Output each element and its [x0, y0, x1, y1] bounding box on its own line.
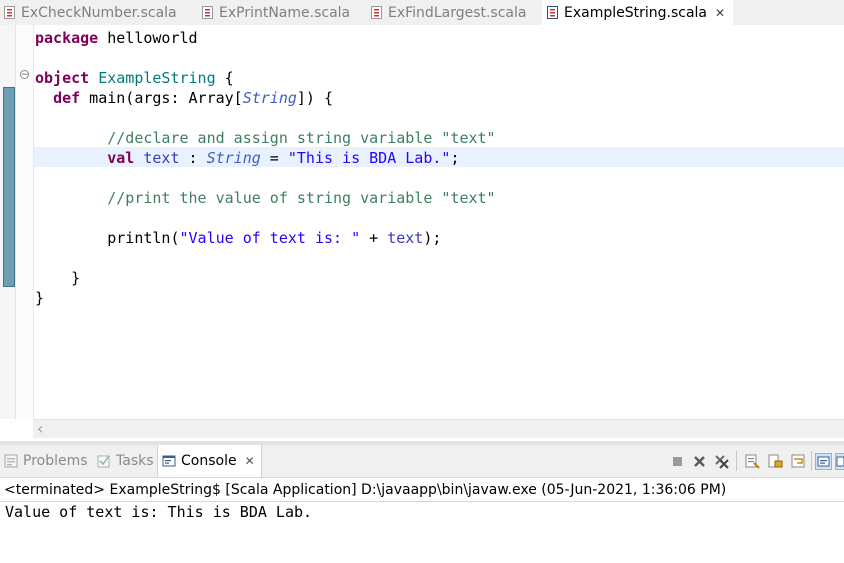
- code-comment: //print the value of string variable "te…: [107, 189, 496, 207]
- tasks-icon: [97, 454, 111, 468]
- editor-tab-bar: ExCheckNumber.scala ExPrintName.scala Ex…: [0, 0, 844, 25]
- source-code[interactable]: package helloworld object ExampleString …: [35, 28, 496, 308]
- tab-exfind-largest[interactable]: ExFindLargest.scala: [371, 0, 539, 25]
- tab-exprint-name[interactable]: ExPrintName.scala: [202, 0, 368, 25]
- horizontal-scrollbar[interactable]: ‹: [33, 419, 844, 438]
- problems-icon: [4, 454, 18, 468]
- close-tab-icon[interactable]: ✕: [245, 454, 255, 468]
- tab-console[interactable]: Console ✕: [157, 445, 262, 477]
- console-process-label: <terminated> ExampleString$ [Scala Appli…: [4, 482, 727, 498]
- terminate-icon[interactable]: [670, 454, 685, 469]
- code-comment: //declare and assign string variable "te…: [107, 129, 496, 147]
- tab-tasks[interactable]: Tasks: [97, 445, 154, 477]
- variable-name: text: [387, 229, 424, 247]
- toolbar-separator: [736, 451, 737, 471]
- object-name: ExampleString: [98, 69, 216, 87]
- string-literal: "This is BDA Lab.": [287, 149, 451, 167]
- tab-label: Tasks: [116, 453, 154, 469]
- folding-column: [16, 25, 34, 419]
- type-name: String: [242, 89, 297, 107]
- fold-toggle-icon[interactable]: −: [20, 70, 29, 80]
- type-name: String: [206, 149, 261, 167]
- scala-file-icon: [202, 6, 213, 19]
- console-output[interactable]: Value of text is: This is BDA Lab.: [5, 503, 312, 521]
- code-editor[interactable]: − package helloworld object ExampleStrin…: [0, 25, 844, 441]
- tab-label: ExCheckNumber.scala: [21, 4, 177, 21]
- remove-launch-icon[interactable]: [692, 454, 707, 469]
- tab-example-string[interactable]: ExampleString.scala ✕: [542, 0, 734, 25]
- clear-console-icon[interactable]: [745, 454, 760, 469]
- string-literal: "Value of text is: ": [179, 229, 361, 247]
- scala-file-icon: [371, 6, 382, 19]
- keyword: package: [35, 29, 99, 47]
- scroll-lock-icon[interactable]: [768, 454, 783, 469]
- toolbar-separator: [811, 451, 812, 471]
- display-console-icon[interactable]: [835, 453, 844, 470]
- scroll-left-icon[interactable]: ‹: [37, 419, 43, 438]
- console-divider: [0, 501, 844, 502]
- tab-excheck-number[interactable]: ExCheckNumber.scala: [4, 0, 194, 25]
- scala-file-icon: [4, 6, 15, 19]
- tab-label: ExFindLargest.scala: [388, 4, 527, 21]
- close-tab-icon[interactable]: ✕: [715, 6, 725, 20]
- keyword: val: [107, 149, 135, 167]
- word-wrap-icon[interactable]: [791, 454, 806, 469]
- console-view[interactable]: <terminated> ExampleString$ [Scala Appli…: [0, 478, 844, 563]
- scala-file-icon: [547, 6, 558, 19]
- tab-problems[interactable]: Problems: [4, 445, 88, 477]
- keyword: def: [53, 89, 81, 107]
- tab-label: ExampleString.scala: [564, 4, 708, 21]
- keyword: object: [35, 69, 90, 87]
- tab-label: Problems: [23, 453, 88, 469]
- variable-name: text: [143, 149, 180, 167]
- pin-console-icon[interactable]: [815, 453, 832, 470]
- view-tab-bar: Problems Tasks Console ✕: [0, 445, 844, 478]
- remove-all-terminated-icon[interactable]: [714, 454, 729, 469]
- console-icon: [162, 454, 176, 468]
- range-indicator: [3, 87, 15, 287]
- tab-label: Console: [181, 453, 237, 469]
- tab-label: ExPrintName.scala: [219, 4, 351, 21]
